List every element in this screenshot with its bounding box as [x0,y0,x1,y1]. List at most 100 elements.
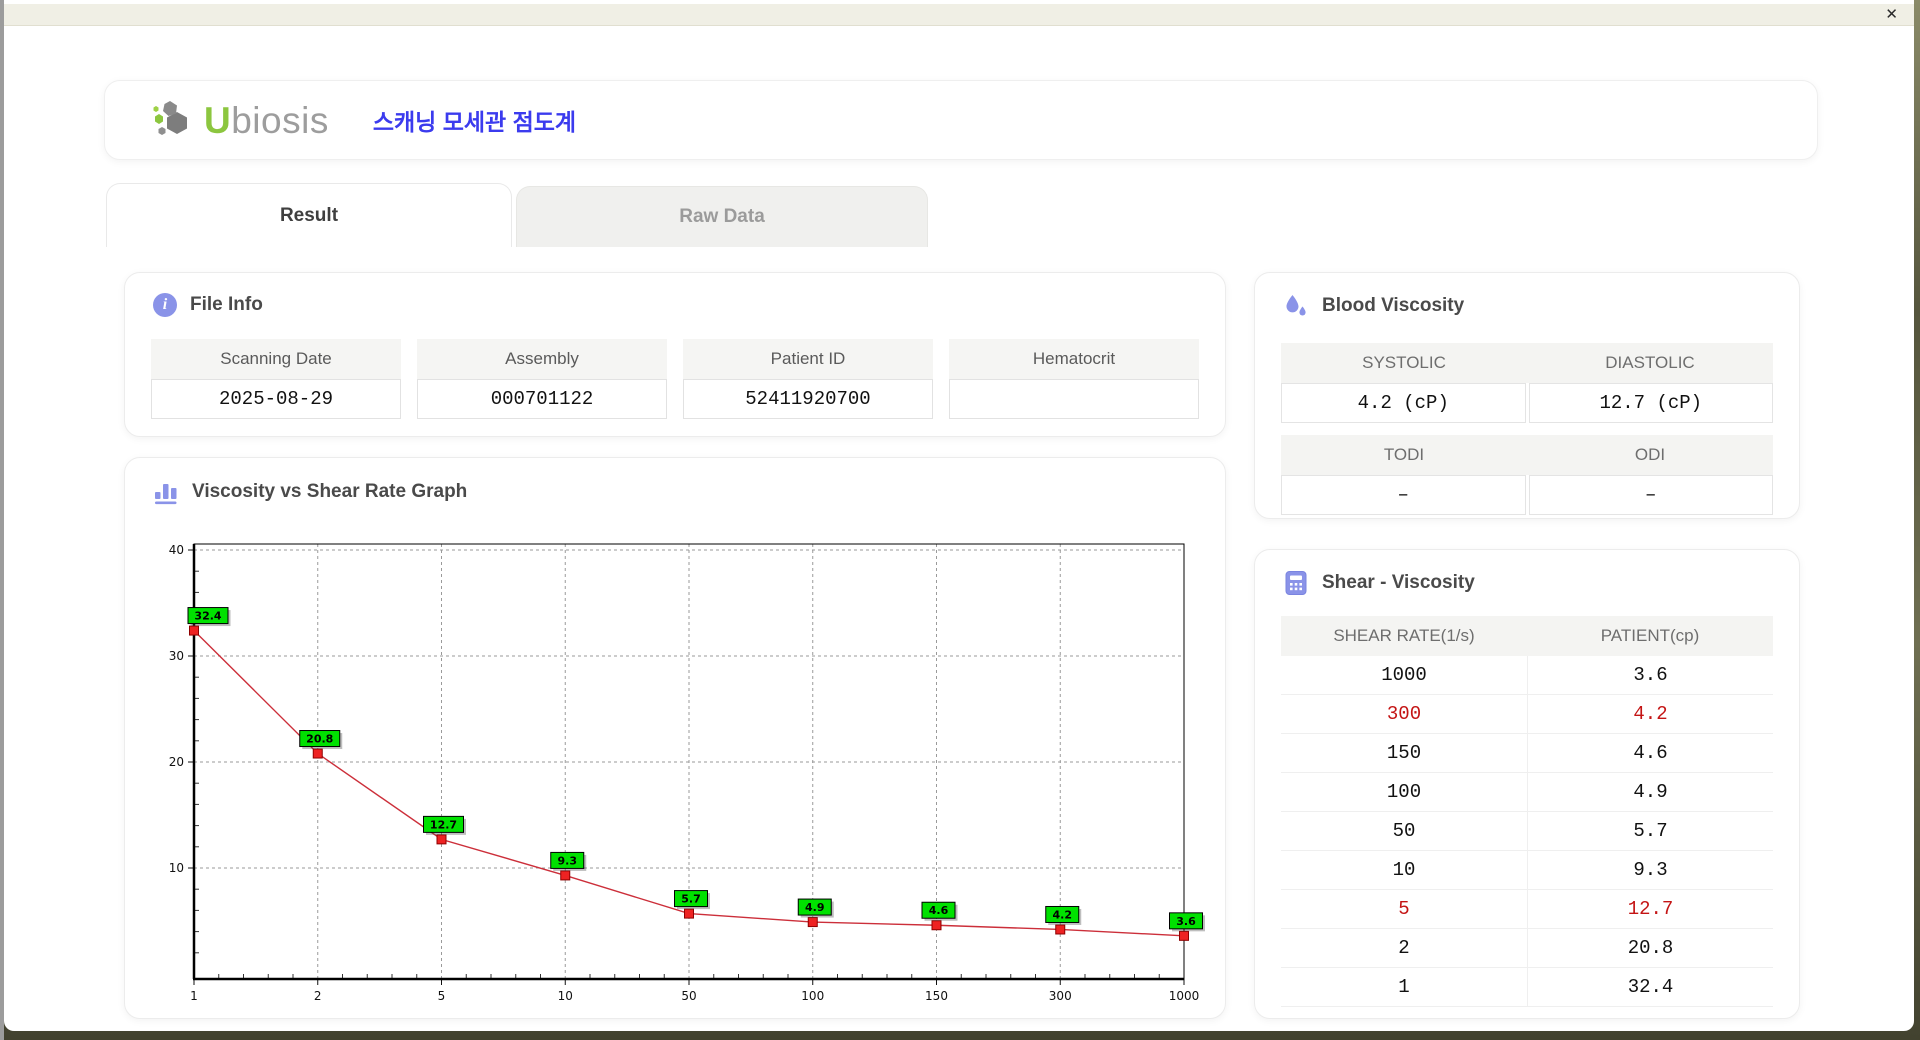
cell-shear-rate: 100 [1386,781,1422,803]
file-field-label: Patient ID [683,339,933,379]
table-row: 2 20.8 [1281,929,1773,968]
app-window: ✕ Ubiosis 스캐닝 모세관 점도계 Result Raw Data i … [4,0,1914,1031]
viscosity-chart-host: 10 20 30 40 1 2 5 10 50 100 150 300 1000 32.4 20.8 12.7… [149,536,1221,1013]
table-row: 1 32.4 [1281,968,1773,1007]
cell-shear-rate: 2 [1398,937,1410,959]
cell-patient: 20.8 [1527,929,1773,967]
file-info-fields: Scanning Date 2025-08-29 Assembly 000701122… [151,339,1199,419]
cell-shear-rate: 1000 [1381,664,1427,686]
col-shear-rate: SHEAR RATE(1/s) [1333,626,1475,645]
svg-text:30: 30 [169,649,184,663]
svg-text:1000: 1000 [1169,989,1200,1003]
blood-viscosity-panel: Blood Viscosity SYSTOLIC DIASTOLIC 4.2 (cP… [1254,272,1800,519]
table-row: 300 4.2 [1281,695,1773,734]
bar-chart-icon [155,484,177,505]
svg-text:12.7: 12.7 [430,818,457,831]
svg-text:32.4: 32.4 [194,610,221,623]
brand-rest: biosis [231,99,329,141]
svg-text:2: 2 [314,989,322,1003]
tab-raw-data[interactable]: Raw Data [516,186,928,247]
bv-label: DIASTOLIC [1605,353,1695,372]
shear-viscosity-panel: Shear - Viscosity SHEAR RATE(1/s) PATIEN… [1254,549,1800,1019]
tab-result[interactable]: Result [106,183,512,247]
brand-logo-icon [153,101,187,135]
blood-viscosity-header: Blood Viscosity [1255,273,1799,319]
close-icon[interactable]: ✕ [1885,6,1898,24]
svg-text:9.3: 9.3 [558,854,578,867]
svg-text:50: 50 [681,989,696,1003]
cell-shear-rate: 1 [1398,976,1410,998]
blood-viscosity-grid: SYSTOLIC DIASTOLIC 4.2 (cP) 12.7 (cP) TODI OD… [1281,343,1773,527]
shear-table-head: SHEAR RATE(1/s) PATIENT(cp) [1281,616,1773,656]
bv-value: 4.2 (cP) [1281,383,1526,423]
cell-patient: 4.2 [1527,695,1773,733]
svg-text:10: 10 [558,989,573,1003]
blood-viscosity-title: Blood Viscosity [1322,295,1465,316]
brand-letter-u: U [204,99,232,141]
bv-value: – [1281,475,1526,515]
cell-patient: 9.3 [1527,851,1773,889]
bv-value-row: 4.2 (cP) 12.7 (cP) [1281,383,1773,423]
bv-label-row: SYSTOLIC DIASTOLIC [1281,343,1773,383]
shear-viscosity-table: SHEAR RATE(1/s) PATIENT(cp) 1000 3.6 300 4.… [1281,616,1773,1007]
bv-label: TODI [1383,445,1425,464]
cell-patient: 4.9 [1527,773,1773,811]
cell-shear-rate: 10 [1392,859,1416,881]
cell-patient: 5.7 [1527,812,1773,850]
graph-title: Viscosity vs Shear Rate Graph [192,480,468,502]
svg-text:4.6: 4.6 [929,904,949,917]
cell-patient: 32.4 [1527,968,1773,1006]
svg-text:3.6: 3.6 [1176,915,1196,928]
cell-patient: 3.6 [1527,656,1773,694]
window-titlebar: ✕ [4,4,1914,26]
file-field-value: 000701122 [417,379,667,419]
file-field: Assembly 000701122 [417,339,667,419]
col-patient: PATIENT(cp) [1600,626,1700,645]
svg-text:100: 100 [801,989,824,1003]
file-field-label: Hematocrit [949,339,1199,379]
brand-wordmark: Ubiosis [204,102,329,139]
bv-label: SYSTOLIC [1362,353,1446,372]
graph-panel: Viscosity vs Shear Rate Graph 10 20 30 40 1 2… [124,457,1226,1019]
header-card: Ubiosis 스캐닝 모세관 점도계 [104,80,1818,160]
shear-viscosity-title: Shear - Viscosity [1322,572,1475,593]
file-field-value: 2025-08-29 [151,379,401,419]
file-info-title: File Info [190,294,263,315]
calculator-icon [1285,571,1307,595]
cell-patient: 4.6 [1527,734,1773,772]
file-info-header: i File Info [125,273,1225,317]
cell-patient: 12.7 [1527,890,1773,928]
file-field-label: Assembly [417,339,667,379]
app-title: 스캐닝 모세관 점도계 [372,109,577,135]
file-field-label: Scanning Date [151,339,401,379]
svg-text:20: 20 [169,755,184,769]
screen: ✕ Ubiosis 스캐닝 모세관 점도계 Result Raw Data i … [0,0,1920,1040]
file-field-value: 52411920700 [683,379,933,419]
bv-label-row: TODI ODI [1281,435,1773,475]
svg-text:300: 300 [1049,989,1072,1003]
cell-shear-rate: 150 [1386,742,1422,764]
table-row: 10 9.3 [1281,851,1773,890]
table-row: 5 12.7 [1281,890,1773,929]
graph-header: Viscosity vs Shear Rate Graph [125,458,1225,505]
bv-value: – [1528,475,1773,515]
table-row: 50 5.7 [1281,812,1773,851]
file-field: Patient ID 52411920700 [683,339,933,419]
viscosity-chart: 10 20 30 40 1 2 5 10 50 100 150 300 1000 32.4 20.8 12.7… [169,543,1205,1003]
svg-text:40: 40 [169,543,184,557]
cell-shear-rate: 300 [1386,703,1422,725]
svg-text:5.7: 5.7 [681,893,701,906]
svg-text:20.8: 20.8 [306,733,333,746]
table-row: 150 4.6 [1281,734,1773,773]
bv-value: 12.7 (cP) [1528,383,1773,423]
table-row: 100 4.9 [1281,773,1773,812]
file-field: Scanning Date 2025-08-29 [151,339,401,419]
bv-label: ODI [1634,445,1666,464]
svg-text:10: 10 [169,861,184,875]
brand-logo: Ubiosis [151,98,329,142]
file-field-value [949,379,1199,419]
svg-text:4.9: 4.9 [805,901,825,914]
file-field: Hematocrit [949,339,1199,419]
info-icon: i [153,293,177,317]
cell-shear-rate: 5 [1398,898,1410,920]
